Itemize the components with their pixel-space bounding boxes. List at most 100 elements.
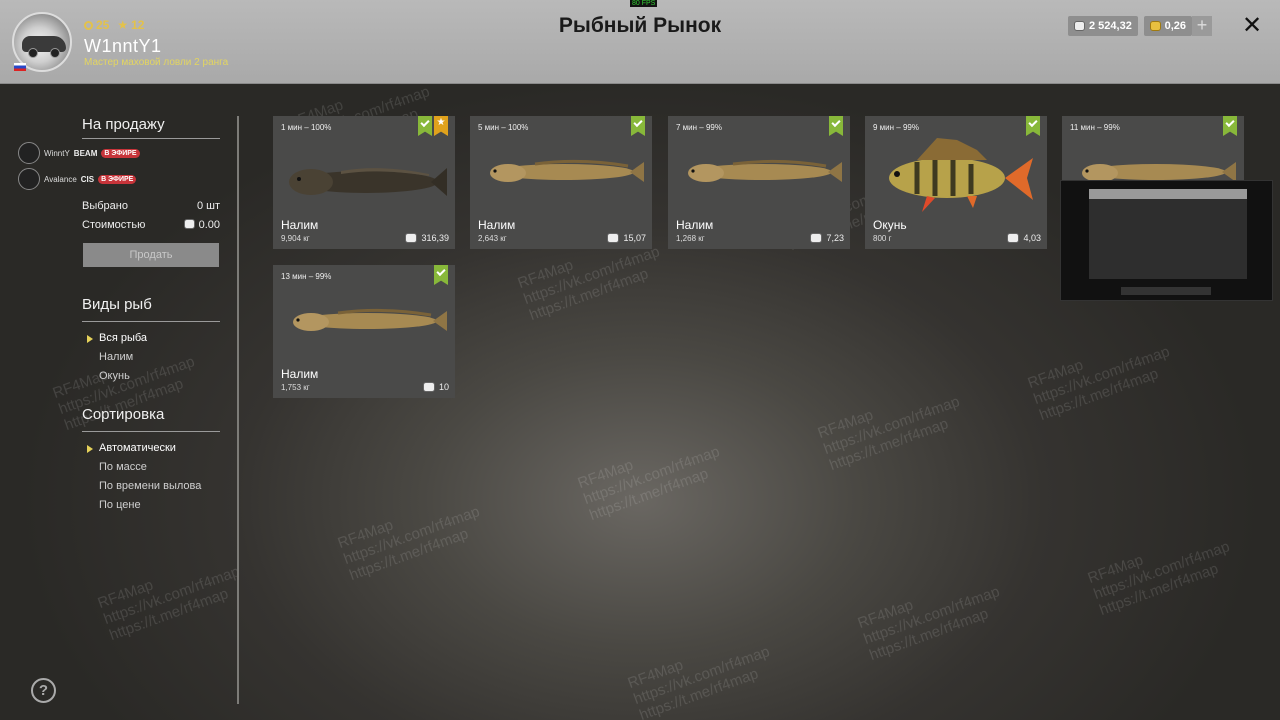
gold-value: 0,26 xyxy=(1164,20,1186,32)
overlay-screen-bar xyxy=(1089,189,1247,199)
card-weight: 1,753 кг xyxy=(281,383,310,392)
check-badge-icon xyxy=(418,116,432,136)
silver-coin-icon xyxy=(1074,21,1085,31)
divider xyxy=(82,321,220,322)
fish-card[interactable]: 13 мин – 99% Налим 1,753 кг 10 xyxy=(273,265,455,398)
fish-card[interactable]: 7 мин – 99% Налим 1,268 кг 7,23 xyxy=(668,116,850,249)
fish-card[interactable]: 9 мин – 99% Окунь 800 г 4,03 xyxy=(865,116,1047,249)
overlay-controls xyxy=(1121,287,1211,295)
streamer-name: Avalance xyxy=(44,174,77,184)
card-price-value: 316,39 xyxy=(421,233,449,243)
selected-label: Выбрано xyxy=(82,200,128,212)
fish-card[interactable]: 1 мин – 100% ★ Налим 9,904 кг 316,39 xyxy=(273,116,455,249)
card-fish-name: Налим xyxy=(281,218,319,232)
divider xyxy=(82,138,220,139)
overlay-screen xyxy=(1089,189,1247,279)
card-price: 4,03 xyxy=(1007,233,1041,243)
card-fish-name: Окунь xyxy=(873,218,907,232)
cost-row: Стоимостью 0.00 xyxy=(82,219,220,231)
silver-balance: 2 524,32 xyxy=(1068,16,1138,36)
cost-value: 0.00 xyxy=(198,219,220,231)
watermark-9: RF4Map https://vk.com/rf4map https://t.me/… xyxy=(855,582,1002,664)
card-meta: 5 мин – 100% xyxy=(478,123,529,132)
sort-auto[interactable]: Автоматически xyxy=(99,442,176,454)
watermark-4: RF4Map https://vk.com/rf4map https://t.me/… xyxy=(1025,342,1172,424)
card-fish-name: Налим xyxy=(281,367,319,381)
silver-coin-icon xyxy=(607,233,620,243)
watermark-8: RF4Map https://vk.com/rf4map https://t.me/… xyxy=(95,562,242,644)
silver-coin-icon xyxy=(810,233,823,243)
silver-coin-icon xyxy=(422,382,435,392)
sort-by-price[interactable]: По цене xyxy=(99,499,141,511)
check-badge-icon xyxy=(434,265,448,285)
burbot-fish-icon xyxy=(289,168,447,196)
russia-flag-icon xyxy=(14,63,26,71)
streamer-avatar-icon xyxy=(18,142,40,164)
check-badge-icon xyxy=(1223,116,1237,136)
watermark-6: RF4Map https://vk.com/rf4map https://t.me/… xyxy=(575,442,722,524)
cost-label: Стоимостью xyxy=(82,219,146,231)
card-meta: 11 мин – 99% xyxy=(1070,123,1120,132)
card-price-value: 10 xyxy=(438,382,449,392)
card-meta: 13 мин – 99% xyxy=(281,272,332,281)
selected-row: Выбрано 0 шт xyxy=(82,200,220,212)
gold-balance: 0,26 xyxy=(1144,16,1192,36)
fps-counter: 80 FPS xyxy=(630,0,658,7)
panel-divider xyxy=(237,116,239,704)
watermark-5: RF4Map https://vk.com/rf4map https://t.me/… xyxy=(815,392,962,474)
cost-amount: 0.00 xyxy=(183,219,220,231)
card-meta: 1 мин – 100% xyxy=(281,123,332,132)
burbot-fish-icon xyxy=(688,159,842,182)
watermark-11: RF4Map https://vk.com/rf4map https://t.me/… xyxy=(625,642,772,720)
for-sale-title: На продажу xyxy=(82,116,165,133)
card-price: 10 xyxy=(422,382,449,392)
player-nick: W1nntY1 xyxy=(84,36,162,56)
close-button[interactable]: ✕ xyxy=(1240,14,1264,38)
burbot-fish-icon xyxy=(490,159,644,182)
add-gold-button[interactable]: + xyxy=(1192,16,1212,36)
help-button[interactable]: ? xyxy=(31,678,56,703)
sort-by-time[interactable]: По времени вылова xyxy=(99,480,201,492)
live-badge: В ЭФИРЕ xyxy=(98,174,137,184)
watermark-10: RF4Map https://vk.com/rf4map https://t.me/… xyxy=(1085,537,1232,619)
stream-row-1: WinntY BEAM В ЭФИРЕ xyxy=(18,142,140,164)
check-badge-icon xyxy=(829,116,843,136)
species-filter-all[interactable]: Вся рыба xyxy=(99,332,147,344)
check-badge-icon xyxy=(1026,116,1040,136)
gold-coin-icon xyxy=(1150,21,1161,31)
card-price: 15,07 xyxy=(607,233,646,243)
card-weight: 9,904 кг xyxy=(281,234,310,243)
fish-card[interactable]: 5 мин – 100% Налим 2,643 кг 15,07 xyxy=(470,116,652,249)
car-icon xyxy=(22,36,66,58)
silver-value: 2 524,32 xyxy=(1089,20,1132,32)
silver-coin-icon xyxy=(1007,233,1020,243)
live-badge: В ЭФИРЕ xyxy=(101,148,140,158)
card-fish-name: Налим xyxy=(478,218,516,232)
card-meta: 7 мин – 99% xyxy=(676,123,722,132)
top-bar: 80 FPS 25 ★ 12 W1nntY1 Мастер маховой лов… xyxy=(0,0,1280,84)
card-price: 7,23 xyxy=(810,233,844,243)
sort-by-mass[interactable]: По массе xyxy=(99,461,147,473)
card-price-value: 4,03 xyxy=(1023,233,1041,243)
card-price-value: 7,23 xyxy=(826,233,844,243)
divider xyxy=(82,431,220,432)
burbot-fish-icon xyxy=(293,308,447,331)
silver-coin-icon xyxy=(405,233,418,243)
silver-coin-icon xyxy=(183,219,195,229)
card-meta: 9 мин – 99% xyxy=(873,123,919,132)
streamer-name: WinntY xyxy=(44,148,70,158)
active-arrow-icon xyxy=(87,335,93,343)
card-price-value: 15,07 xyxy=(623,233,646,243)
card-price: 316,39 xyxy=(405,233,449,243)
card-weight: 2,643 кг xyxy=(478,234,507,243)
stream-platform: BEAM xyxy=(73,148,98,158)
species-filter-perch[interactable]: Окунь xyxy=(99,370,130,382)
watermark-7: RF4Map https://vk.com/rf4map https://t.me/… xyxy=(335,502,482,584)
sell-button[interactable]: Продать xyxy=(83,243,219,267)
species-filter-burbot[interactable]: Налим xyxy=(99,351,133,363)
stream-platform: CIS xyxy=(80,174,95,184)
species-title: Виды рыб xyxy=(82,296,152,313)
star-badge-icon: ★ xyxy=(434,116,448,136)
player-rank: Мастер маховой ловли 2 ранга xyxy=(84,57,229,68)
check-badge-icon xyxy=(631,116,645,136)
